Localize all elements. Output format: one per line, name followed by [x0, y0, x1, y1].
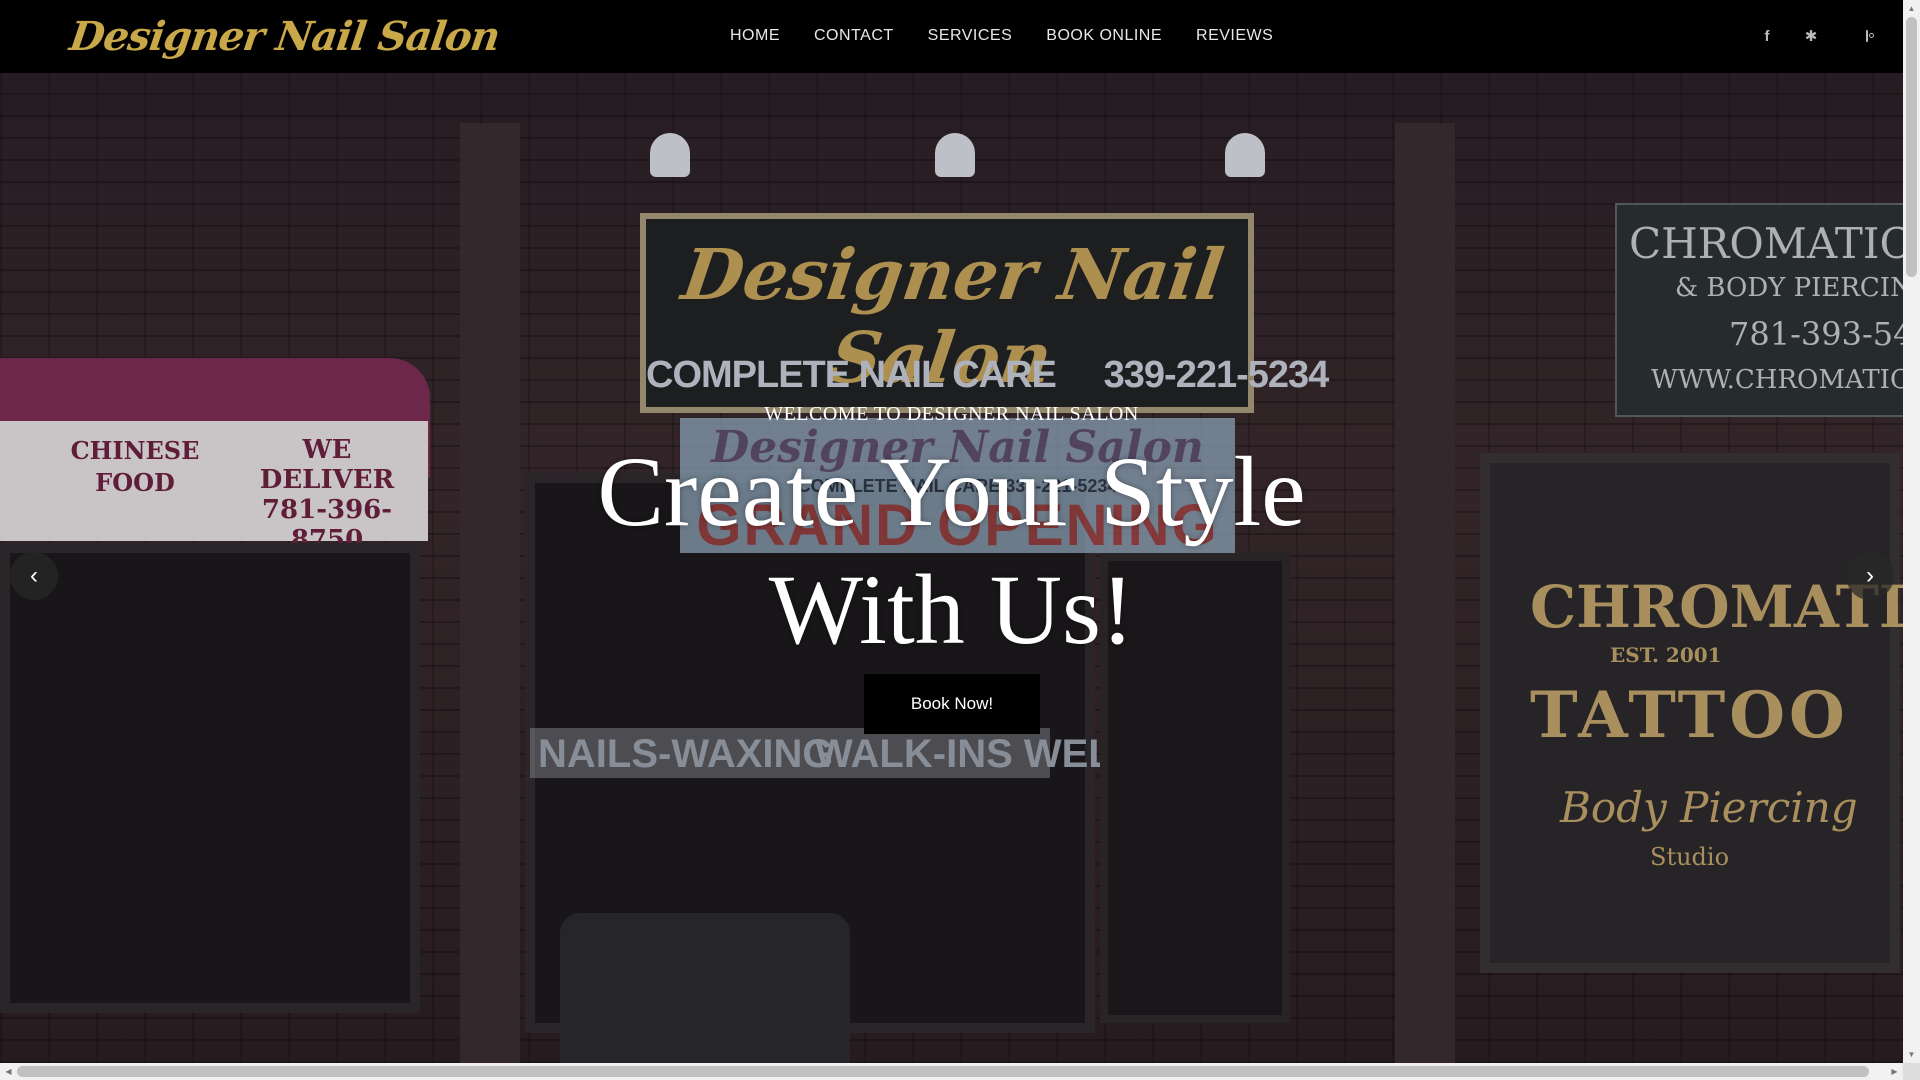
- hero-headline-line1: Create Your Style: [597, 436, 1306, 547]
- yelp-icon[interactable]: ✱: [1801, 24, 1821, 48]
- instagram-icon[interactable]: [1845, 24, 1874, 48]
- hero-welcome: WELCOME TO DESIGNER NAIL SALON: [764, 403, 1139, 425]
- hero-headline-line2: With Us!: [768, 554, 1135, 665]
- facebook-icon[interactable]: f: [1757, 24, 1777, 48]
- chevron-right-icon: ›: [1866, 562, 1874, 589]
- book-now-button[interactable]: Book Now!: [864, 674, 1040, 734]
- scroll-left-icon[interactable]: ◀: [0, 1063, 17, 1080]
- scroll-right-icon[interactable]: ▶: [1886, 1063, 1903, 1080]
- horizontal-scroll-thumb[interactable]: [17, 1066, 1869, 1077]
- scroll-up-icon[interactable]: ▲: [1903, 0, 1920, 17]
- chevron-left-icon: ‹: [30, 562, 38, 589]
- nav-book-online[interactable]: BOOK ONLINE: [1046, 24, 1162, 48]
- scroll-down-icon[interactable]: ▼: [1903, 1046, 1920, 1063]
- nav-contact[interactable]: CONTACT: [814, 24, 894, 48]
- hero-headline: Create Your Style With Us!: [0, 433, 1903, 669]
- site-header: Designer Nail Salon HOME CONTACT SERVICE…: [0, 0, 1903, 73]
- social-links: f ✱: [1733, 24, 1874, 48]
- slider-prev-arrow[interactable]: ‹: [10, 552, 58, 600]
- nav-reviews[interactable]: REVIEWS: [1196, 24, 1273, 48]
- slider-next-arrow[interactable]: ›: [1846, 552, 1894, 600]
- site-logo[interactable]: Designer Nail Salon: [66, 10, 503, 64]
- scrollbar-corner: [1903, 1063, 1920, 1080]
- horizontal-scrollbar[interactable]: ◀ ▶: [0, 1063, 1903, 1080]
- vertical-scroll-thumb[interactable]: [1906, 17, 1917, 277]
- nav-home[interactable]: HOME: [730, 24, 780, 48]
- vertical-scrollbar[interactable]: ▲ ▼: [1903, 0, 1920, 1063]
- hero-content: WELCOME TO DESIGNER NAIL SALON Create Yo…: [0, 73, 1903, 1063]
- main-nav: HOME CONTACT SERVICES BOOK ONLINE REVIEW…: [730, 24, 1307, 48]
- nav-services[interactable]: SERVICES: [928, 24, 1013, 48]
